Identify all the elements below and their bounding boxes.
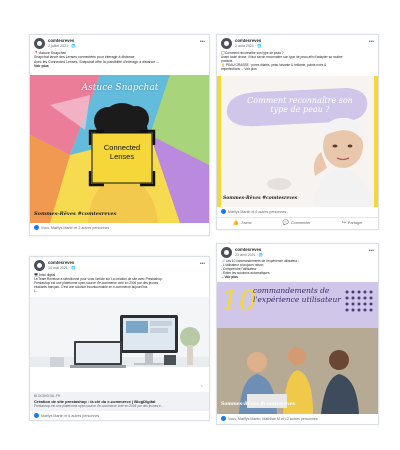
link-preview-image[interactable]: i [30,297,209,392]
post-card-ux-commandments: comtesreves 23 avril 2021 · 🌐 ••• 📝 Les … [216,243,379,425]
overlay-number: 10 [221,284,257,317]
reactions-summary[interactable]: Vous, Maëlys Martin et 2 autres personne… [34,225,205,230]
see-more-link[interactable]: Voir plus [34,64,205,68]
reactions-summary[interactable]: Maëlys Martin et 6 autres personnes [221,209,374,214]
post-card-skin-type: comtesreves 2 août 2021 · 🌐 ••• 💭Comment… [216,34,379,230]
post-image[interactable]: 10 commandements de l'expérience utilisa… [217,282,378,414]
link-preview-meta[interactable]: BLOGDIGITAL.FR Création de site prestash… [30,392,209,411]
post-image[interactable]: Astuce Snapchat Connected Lenses Sommes-… [30,75,209,223]
post-header: comtesreves 14 mai 2021 · 🌐 ••• [34,260,205,272]
post-header: comtesreves 2 juillet 2021 · 🌐 ••• [34,38,205,50]
page-avatar[interactable] [34,38,45,49]
post-card-prestashop: comtesreves 14 mai 2021 · 🌐 ••• 🖥 Articl… [29,256,210,421]
overlay-title: commandements de l'expérience utilisateu… [253,286,341,304]
info-icon[interactable]: i [199,383,205,389]
comment-button[interactable]: 💬 Commenter [283,220,311,226]
like-reaction-icon [221,416,226,421]
more-options-icon[interactable]: ••• [200,261,205,267]
more-options-icon[interactable]: ••• [369,39,374,45]
see-more-link[interactable]: ... Voir plus [221,275,374,279]
post-text: 📝 Les 10 commandements de l'expérience u… [221,259,374,279]
page-avatar[interactable] [34,260,45,271]
post-text: 🖥 Articl digital La Team Réveuse a sélec… [34,273,163,294]
post-date[interactable]: 2 août 2021 · 🌐 [235,44,262,48]
thumbs-up-icon: 👍 [232,220,239,226]
like-reaction-icon [221,209,226,214]
post-header: comtesreves 23 avril 2021 · 🌐 ••• [221,247,374,259]
post-image[interactable]: Comment reconnaître son type de peau ? S… [217,76,378,207]
post-date[interactable]: 23 avril 2021 · 🌐 [235,253,263,257]
link-domain: BLOGDIGITAL.FR [34,394,61,398]
page-name[interactable]: comtesreves [48,260,74,265]
page-name[interactable]: comtesreves [235,38,261,43]
comment-icon: 💬 [282,220,289,226]
brand-signature: Sommes-Rêves #comtesreves [221,402,296,407]
more-options-icon[interactable]: ••• [200,39,205,45]
like-reaction-icon [34,225,39,230]
post-text: 📍 Astuce Snapchat Snapchat lance des Len… [34,51,205,68]
post-text: 💭Comment reconnaitre son type de peau ? … [221,51,374,71]
link-description: Prestashop est une plateforme open sourc… [34,404,164,408]
like-reaction-icon [34,413,39,418]
post-actions-bar: 👍 J'aime 💬 Commenter ↪ Partager [217,217,378,228]
reactions-summary[interactable]: Maëlys Martin et 6 autres personnes [34,413,205,418]
brand-signature: Sommes-Rêves #comtesreves [34,211,117,217]
post-date[interactable]: 2 juillet 2021 · 🌐 [48,44,76,48]
share-icon: ↪ [341,220,346,226]
page-avatar[interactable] [221,247,232,258]
page-avatar[interactable] [221,38,232,49]
link-title[interactable]: Création de site prestashop : la clé du … [34,399,155,404]
see-more-link[interactable]: imperfections ... Voir plus [221,67,374,71]
post-date[interactable]: 14 mai 2021 · 🌐 [48,266,75,270]
post-card-snapchat: comtesreves 2 juillet 2021 · 🌐 ••• 📍 Ast… [29,34,210,236]
like-button[interactable]: 👍 J'aime [233,220,252,226]
overlay-title: Astuce Snapchat [81,83,159,93]
page-name[interactable]: comtesreves [235,247,261,252]
overlay-title: Comment reconnaître son type de peau ? [247,96,353,114]
desk-computer-illustration [30,297,209,392]
connected-lenses-label: Connected Lenses [103,143,141,161]
share-button[interactable]: ↪ Partager [342,220,363,226]
more-options-icon[interactable]: ••• [369,248,374,254]
page-name[interactable]: comtesreves [48,38,74,43]
post-header: comtesreves 2 août 2021 · 🌐 ••• [221,38,374,50]
reactions-summary[interactable]: Vous, Maëlys Martin, Mathilde M et 12 au… [221,416,374,421]
brand-signature: Sommes-Rêves #comtesreves [223,196,298,201]
